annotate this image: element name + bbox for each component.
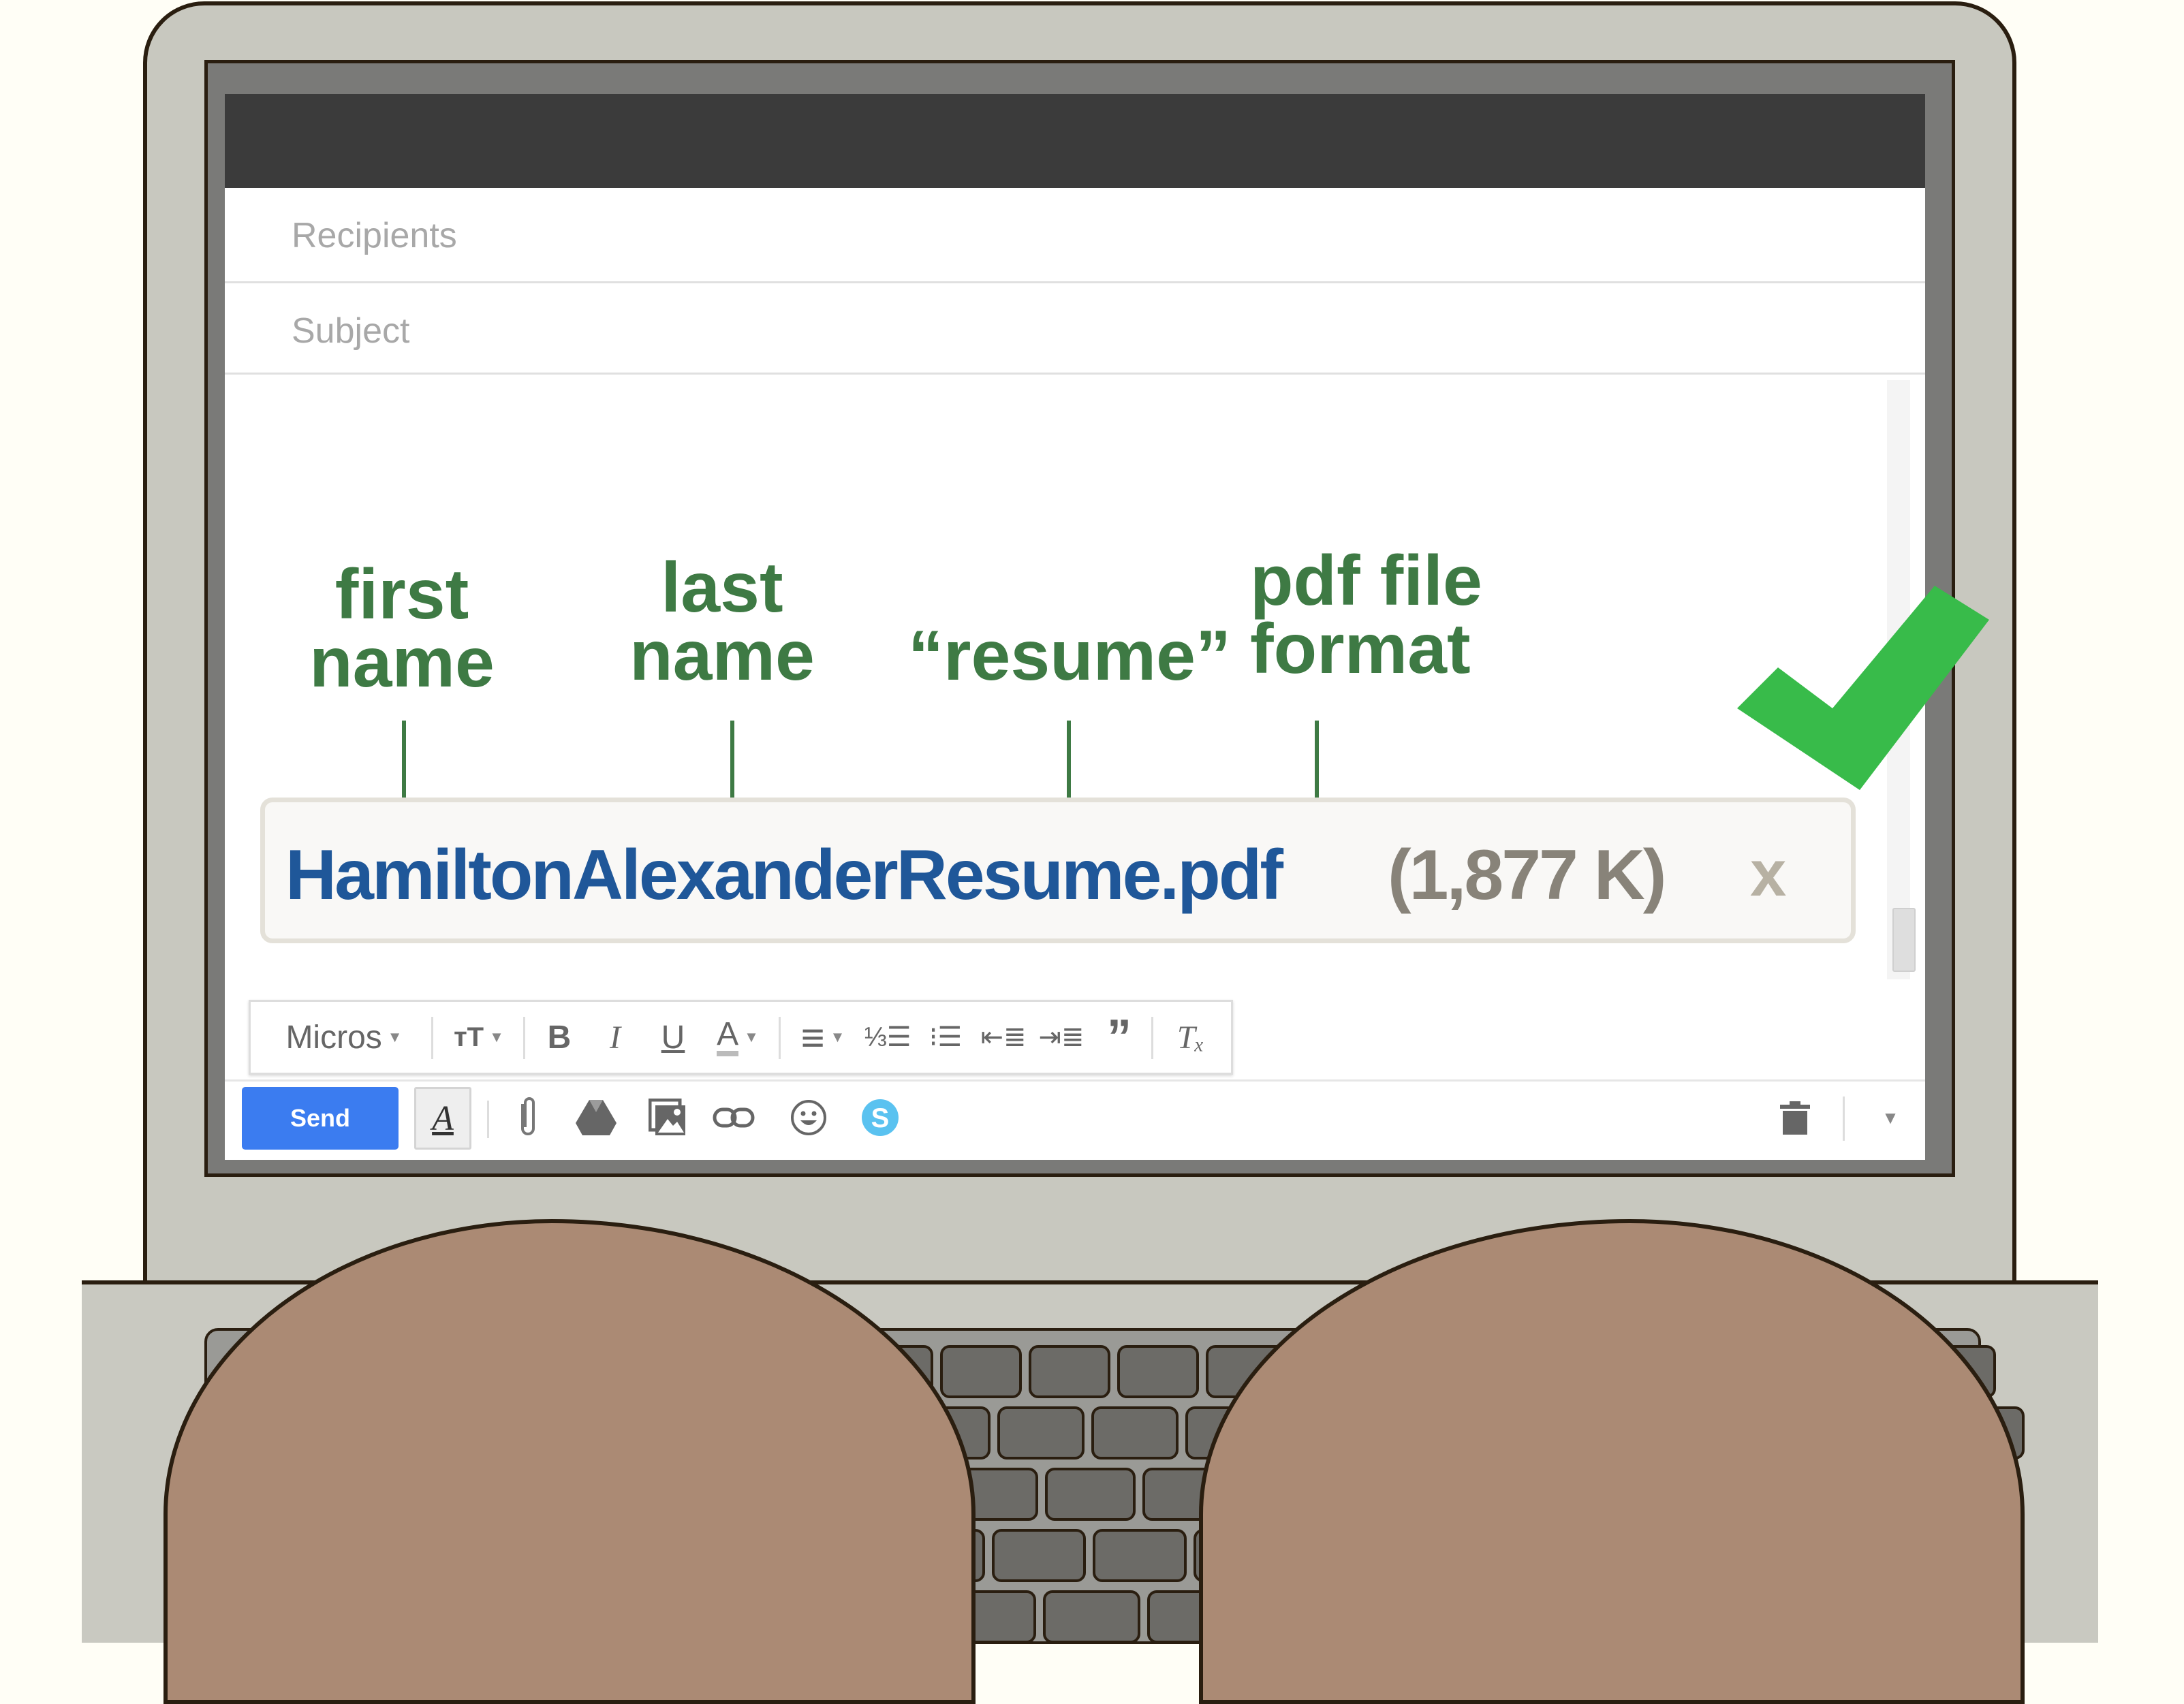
- underline-button[interactable]: U: [649, 1002, 697, 1073]
- link-icon: [713, 1107, 755, 1128]
- underline-icon: U: [661, 1019, 685, 1056]
- keyboard-key: [1029, 1345, 1110, 1398]
- trash-icon: [1780, 1101, 1810, 1135]
- toolbar-divider: [1843, 1096, 1845, 1141]
- quote-icon: ”: [1107, 1010, 1132, 1064]
- photo-icon: [649, 1099, 685, 1135]
- align-icon: ≡: [800, 1014, 825, 1060]
- bold-icon: B: [547, 1019, 572, 1056]
- chevron-down-icon: ▼: [387, 1028, 403, 1045]
- keyboard-key: [1045, 1468, 1136, 1521]
- attach-icon: [521, 1097, 535, 1135]
- attachment-chip[interactable]: HamiltonAlexanderResume.pdf (1,877 K) x: [260, 798, 1856, 943]
- italic-icon: I: [610, 1019, 621, 1056]
- recipients-placeholder: Recipients: [292, 216, 457, 255]
- annotation-first-name: first name: [309, 555, 495, 702]
- compose-title-bar: [225, 94, 1925, 188]
- keyboard-key: [992, 1529, 1086, 1582]
- insert-drive-button[interactable]: [572, 1094, 620, 1141]
- keyboard-key: [997, 1406, 1085, 1460]
- checkmark-icon: [1737, 586, 1989, 790]
- bulleted-list-icon: ⁝☰: [929, 1022, 963, 1052]
- scrollbar-thumb[interactable]: [1892, 908, 1916, 972]
- keyboard-key: [1093, 1529, 1187, 1582]
- bulleted-list-button[interactable]: ⁝☰: [922, 1002, 969, 1073]
- text-size-icon: ᴛT: [454, 1022, 484, 1052]
- svg-text:S: S: [871, 1103, 890, 1133]
- more-options-button[interactable]: ▼: [1867, 1094, 1914, 1141]
- skype-icon: S: [862, 1099, 899, 1136]
- indent-less-button[interactable]: ⇤≣: [980, 1002, 1027, 1073]
- insert-photo-button[interactable]: [644, 1094, 691, 1141]
- font-family-dropdown[interactable]: Micros ▼: [266, 1002, 422, 1073]
- more-options-icon: ▼: [1882, 1107, 1899, 1128]
- formatting-toolbar: Micros ▼ ᴛT ▼ B I U A ▼ ≡ ▼ ⅓☰ ⁝☰ ⇤≣ ⇥≣ ” Tₓ: [249, 1000, 1233, 1075]
- attachment-filename[interactable]: HamiltonAlexanderResume.pdf: [285, 835, 1283, 916]
- toolbar-divider: [523, 1017, 525, 1059]
- email-compose-window: Recipients Subject first name last name …: [225, 94, 1925, 1160]
- recipients-field[interactable]: Recipients: [225, 188, 1925, 283]
- toolbar-divider: [487, 1101, 489, 1138]
- chevron-down-icon: ▼: [830, 1028, 845, 1045]
- keyboard-key: [1117, 1345, 1199, 1398]
- annotation-pdf-format: pdf file format: [1250, 541, 1482, 689]
- subject-field[interactable]: Subject: [225, 283, 1925, 375]
- skype-button[interactable]: S: [856, 1094, 904, 1141]
- bold-button[interactable]: B: [535, 1002, 583, 1073]
- keyboard-key: [1091, 1406, 1179, 1460]
- insert-link-button[interactable]: [710, 1094, 758, 1141]
- indent-more-button[interactable]: ⇥≣: [1038, 1002, 1085, 1073]
- keyboard-key: [1043, 1590, 1140, 1643]
- formatting-options-button[interactable]: A: [414, 1087, 471, 1150]
- send-button[interactable]: Send: [242, 1087, 399, 1150]
- numbered-list-icon: ⅓☰: [864, 1022, 911, 1052]
- indent-more-icon: ⇥≣: [1038, 1022, 1085, 1052]
- subject-placeholder: Subject: [292, 311, 410, 351]
- text-color-button[interactable]: A ▼: [704, 1002, 772, 1073]
- text-size-button[interactable]: ᴛT ▼: [441, 1002, 516, 1073]
- emoji-icon: [791, 1100, 826, 1135]
- compose-bottom-bar: Send A S ▼: [225, 1079, 1925, 1160]
- chevron-down-icon: ▼: [744, 1028, 759, 1045]
- remove-attachment-button[interactable]: x: [1750, 836, 1786, 911]
- keyboard-key: [940, 1345, 1022, 1398]
- text-color-icon: A: [717, 1018, 739, 1056]
- indent-less-icon: ⇤≣: [980, 1022, 1027, 1052]
- drive-icon: [576, 1100, 617, 1135]
- discard-draft-button[interactable]: [1771, 1094, 1819, 1141]
- format-text-icon: A: [432, 1099, 454, 1138]
- italic-button[interactable]: I: [591, 1002, 639, 1073]
- align-button[interactable]: ≡ ▼: [789, 1002, 857, 1073]
- insert-emoji-button[interactable]: [785, 1094, 832, 1141]
- attach-file-button[interactable]: [504, 1094, 552, 1141]
- attachment-size: (1,877 K): [1388, 836, 1667, 915]
- toolbar-divider: [431, 1017, 433, 1059]
- toolbar-divider: [1151, 1017, 1153, 1059]
- annotation-last-name: last name: [629, 548, 815, 695]
- quote-button[interactable]: ”: [1095, 1002, 1143, 1073]
- remove-formatting-button[interactable]: Tₓ: [1164, 1002, 1218, 1073]
- remove-formatting-icon: Tₓ: [1176, 1019, 1205, 1056]
- chevron-down-icon: ▼: [489, 1028, 504, 1045]
- annotation-resume: “resume”: [908, 616, 1231, 695]
- numbered-list-button[interactable]: ⅓☰: [864, 1002, 911, 1073]
- toolbar-divider: [779, 1017, 781, 1059]
